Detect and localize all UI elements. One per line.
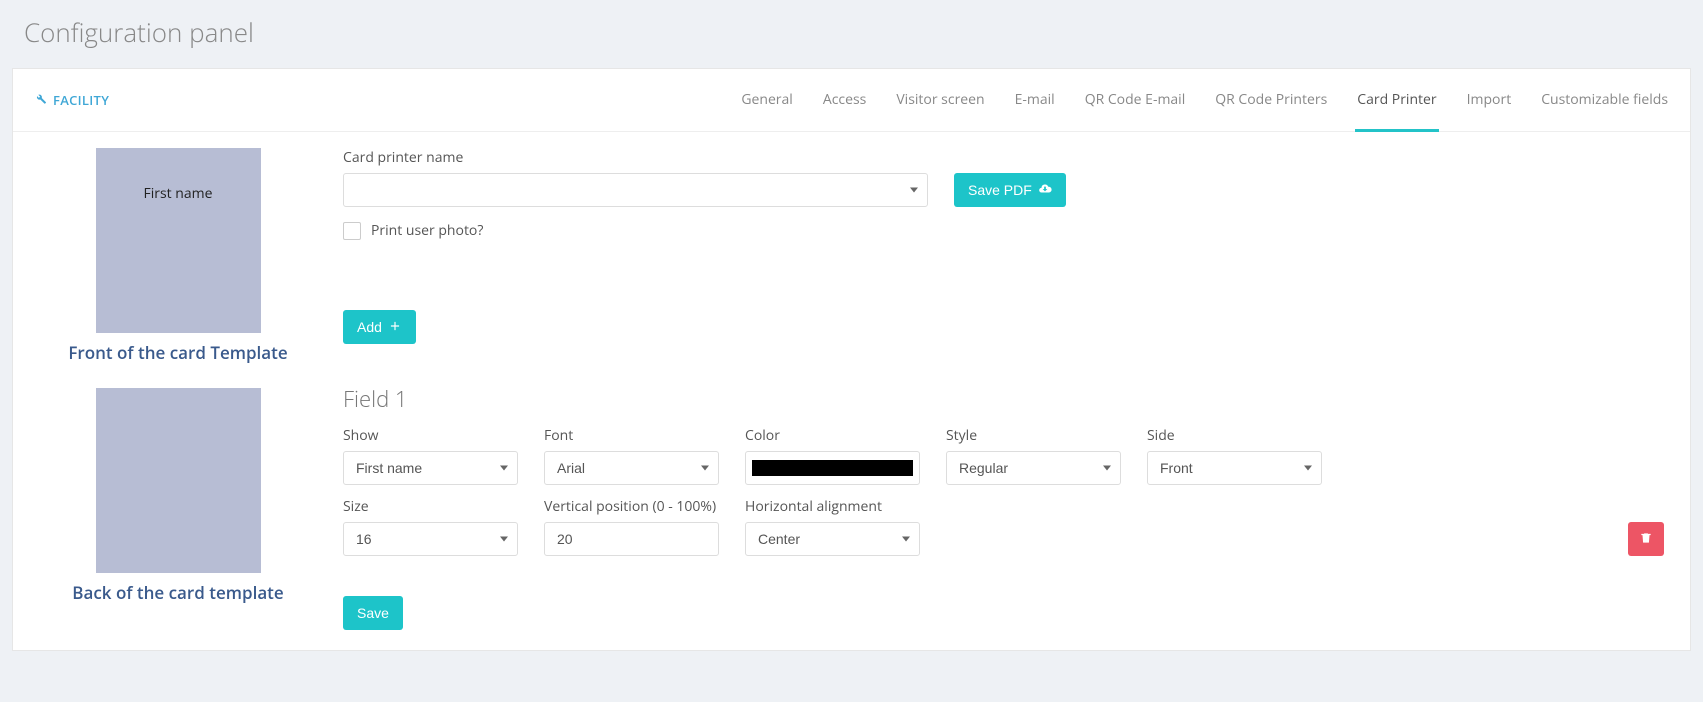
trash-icon bbox=[1639, 531, 1653, 548]
tab-email[interactable]: E-mail bbox=[1013, 70, 1057, 132]
vpos-label: Vertical position (0 - 100%) bbox=[544, 497, 719, 516]
panel-body: First name Front of the card Template Ba… bbox=[13, 132, 1690, 650]
vpos-input[interactable] bbox=[544, 522, 719, 556]
add-button[interactable]: Add bbox=[343, 310, 416, 344]
plus-icon bbox=[388, 319, 402, 336]
wrench-icon bbox=[33, 91, 47, 109]
save-button[interactable]: Save bbox=[343, 596, 403, 630]
color-label: Color bbox=[745, 426, 920, 445]
save-label: Save bbox=[357, 605, 389, 621]
save-pdf-label: Save PDF bbox=[968, 182, 1032, 198]
panel-header: FACILITY General Access Visitor screen E… bbox=[13, 69, 1690, 132]
printer-name-select[interactable] bbox=[343, 173, 928, 207]
font-label: Font bbox=[544, 426, 719, 445]
print-photo-checkbox[interactable] bbox=[343, 222, 361, 240]
delete-row bbox=[343, 522, 1670, 556]
config-panel: FACILITY General Access Visitor screen E… bbox=[12, 68, 1691, 651]
style-label: Style bbox=[946, 426, 1121, 445]
tab-general[interactable]: General bbox=[739, 70, 795, 132]
card-front-preview-text: First name bbox=[96, 184, 261, 203]
tab-import[interactable]: Import bbox=[1465, 70, 1514, 132]
card-front-preview: First name bbox=[96, 148, 261, 333]
halign-select[interactable]: Center bbox=[745, 522, 920, 556]
save-pdf-button[interactable]: Save PDF bbox=[954, 173, 1066, 207]
preview-column: First name Front of the card Template Ba… bbox=[33, 148, 323, 630]
facility-heading: FACILITY bbox=[33, 73, 109, 127]
color-input[interactable] bbox=[745, 451, 920, 485]
font-select[interactable]: Arial bbox=[544, 451, 719, 485]
tab-qr-email[interactable]: QR Code E-mail bbox=[1083, 70, 1188, 132]
printer-name-label: Card printer name bbox=[343, 148, 928, 167]
tab-card-printer[interactable]: Card Printer bbox=[1355, 70, 1438, 132]
facility-label-text: FACILITY bbox=[53, 91, 109, 109]
tab-access[interactable]: Access bbox=[821, 70, 868, 132]
halign-label: Horizontal alignment bbox=[745, 497, 920, 516]
tab-custom-fields[interactable]: Customizable fields bbox=[1539, 70, 1670, 132]
show-label: Show bbox=[343, 426, 518, 445]
show-select[interactable]: First name bbox=[343, 451, 518, 485]
printer-row: Card printer name Save PDF bbox=[343, 148, 1670, 207]
delete-field-button[interactable] bbox=[1628, 522, 1664, 556]
color-swatch bbox=[752, 460, 913, 476]
style-select[interactable]: Regular bbox=[946, 451, 1121, 485]
field1-title: Field 1 bbox=[343, 384, 1670, 414]
print-photo-label: Print user photo? bbox=[371, 221, 483, 240]
print-photo-row: Print user photo? bbox=[343, 221, 1670, 240]
card-front-caption: Front of the card Template bbox=[68, 341, 287, 364]
tab-visitor-screen[interactable]: Visitor screen bbox=[894, 70, 986, 132]
side-label: Side bbox=[1147, 426, 1322, 445]
size-label: Size bbox=[343, 497, 518, 516]
size-select[interactable]: 16 bbox=[343, 522, 518, 556]
tabs: General Access Visitor screen E-mail QR … bbox=[739, 69, 1670, 131]
field1-row1: Show First name Font Arial Color Style R… bbox=[343, 426, 1670, 485]
tab-qr-printers[interactable]: QR Code Printers bbox=[1213, 70, 1329, 132]
form-column: Card printer name Save PDF Print bbox=[343, 148, 1670, 630]
card-back-caption: Back of the card template bbox=[72, 581, 283, 604]
cloud-download-icon bbox=[1038, 182, 1052, 199]
side-select[interactable]: Front bbox=[1147, 451, 1322, 485]
card-back-preview bbox=[96, 388, 261, 573]
page-title: Configuration panel bbox=[0, 0, 1703, 68]
add-label: Add bbox=[357, 319, 382, 335]
